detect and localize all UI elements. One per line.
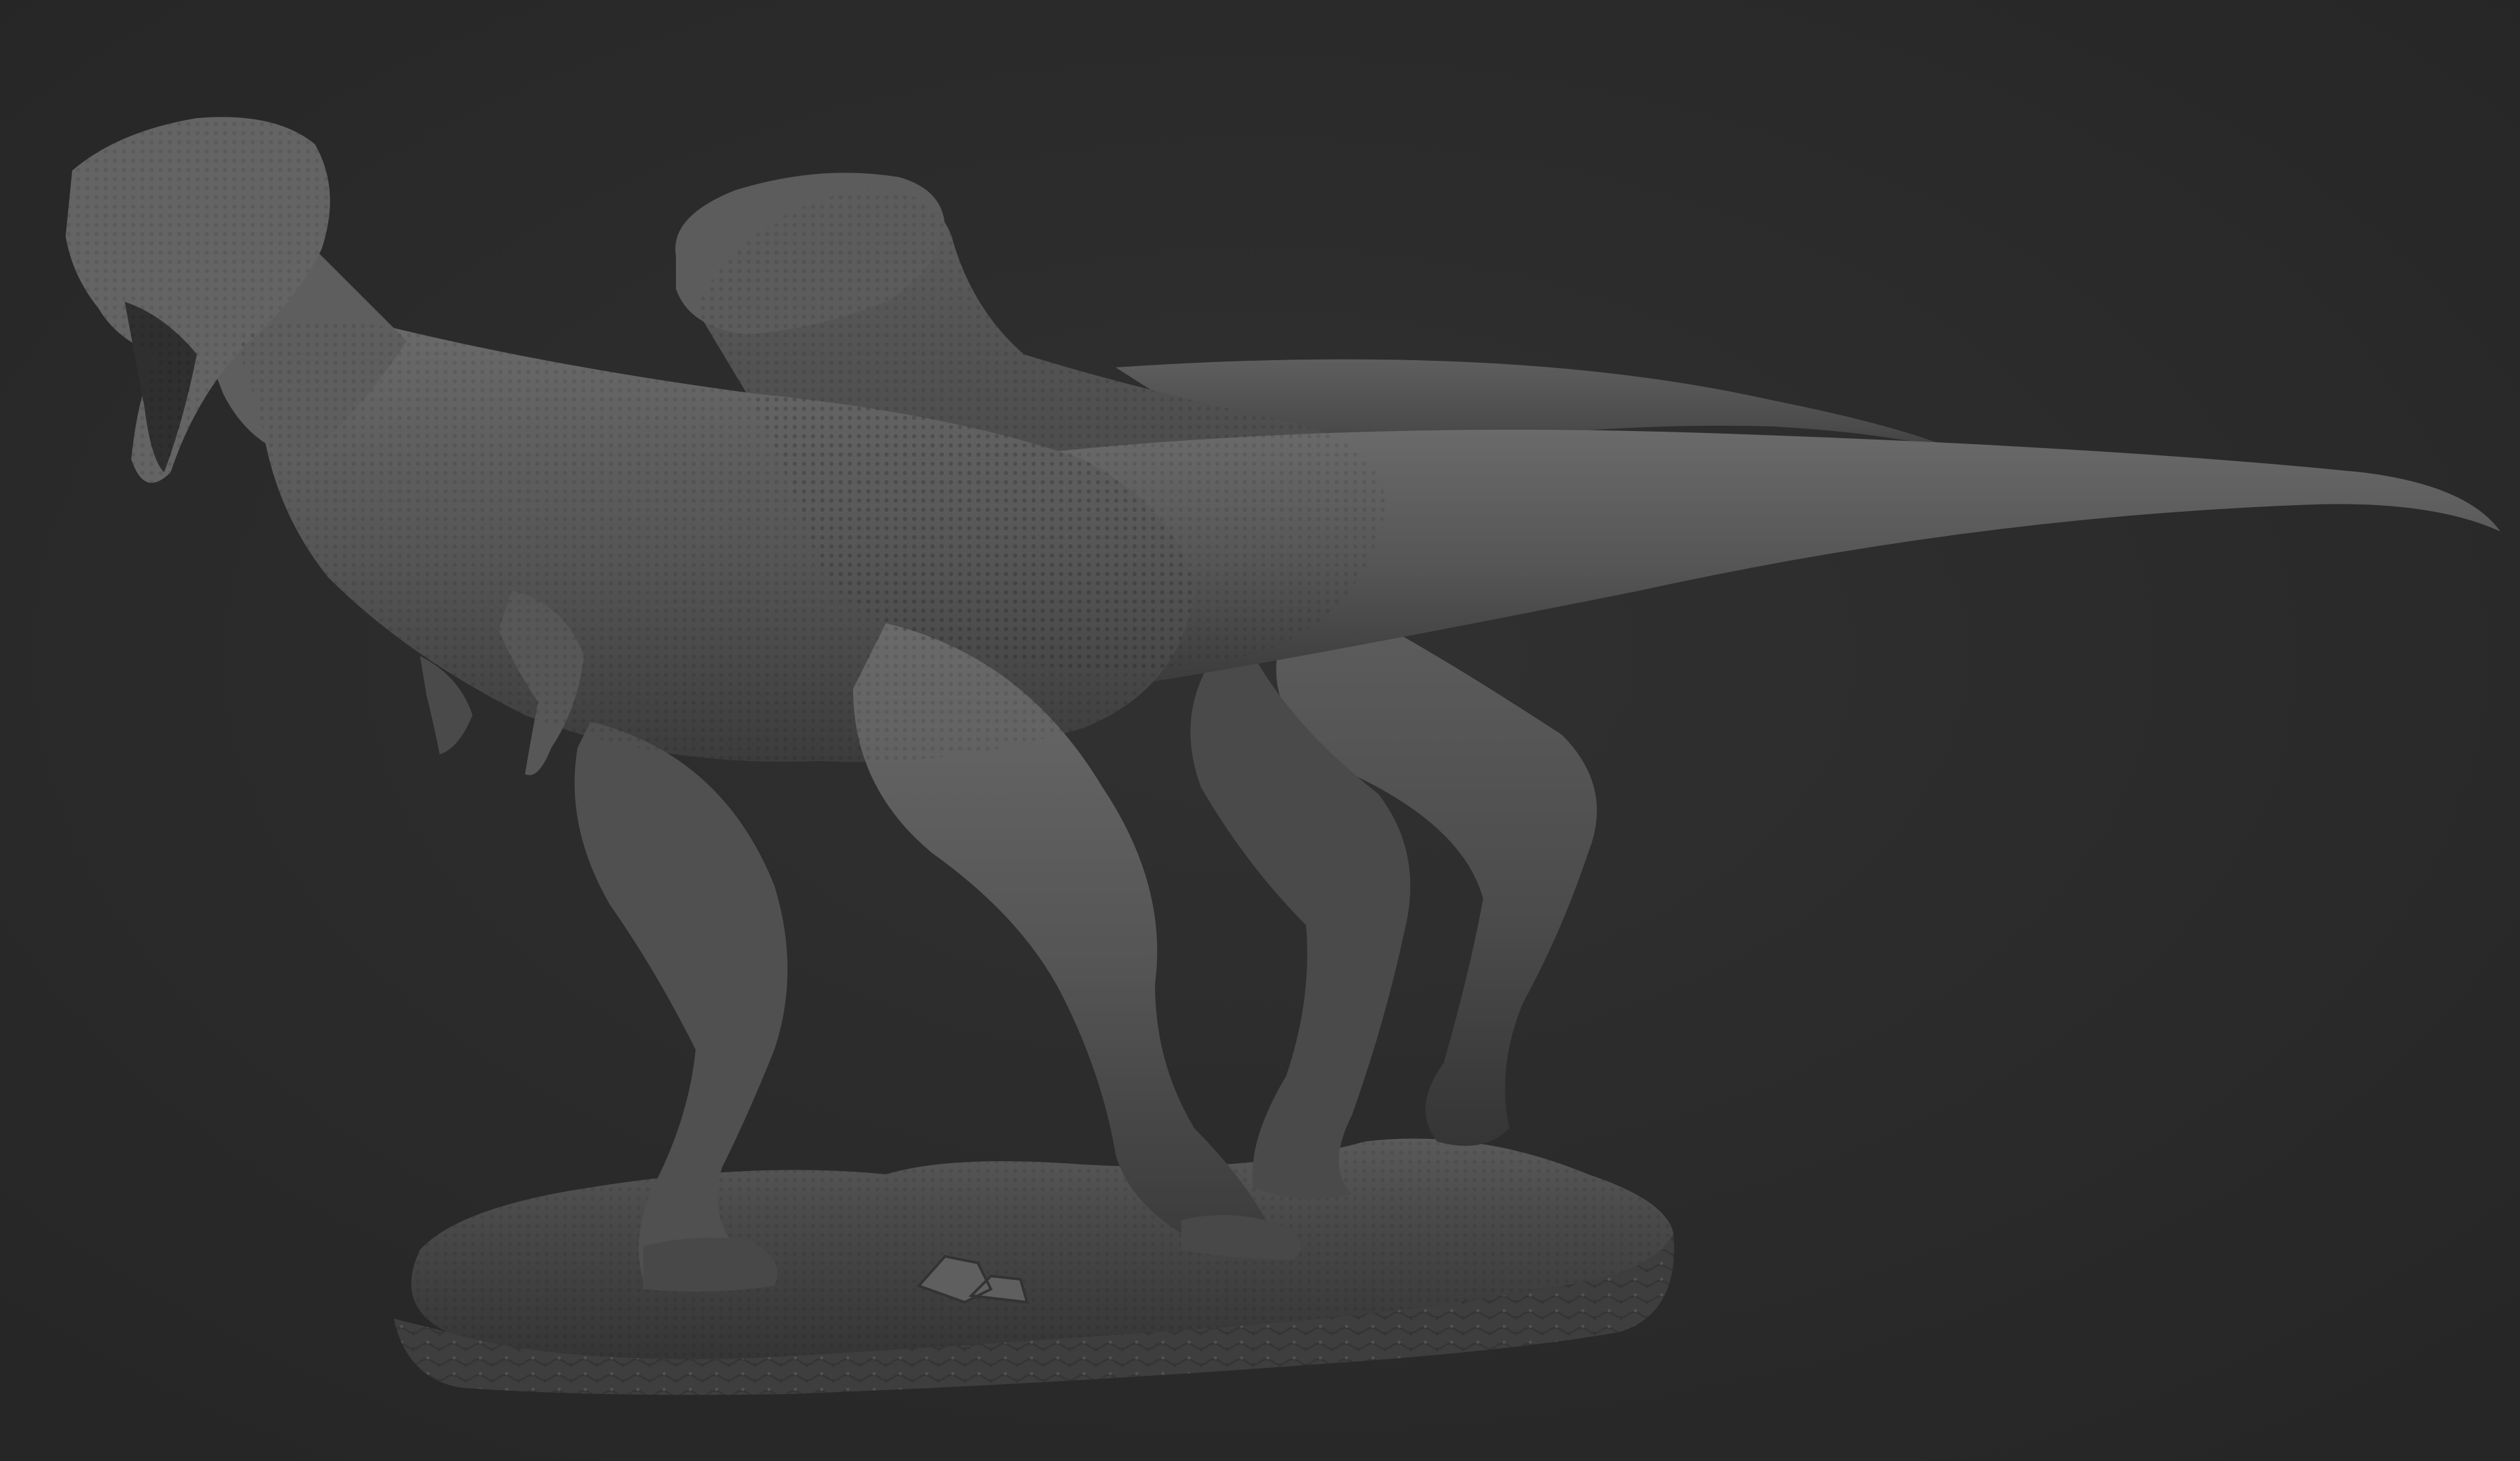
- front-foot-left: [643, 1237, 778, 1292]
- sculpt-render: [0, 0, 2520, 1461]
- sculpt-viewport[interactable]: [0, 0, 2520, 1461]
